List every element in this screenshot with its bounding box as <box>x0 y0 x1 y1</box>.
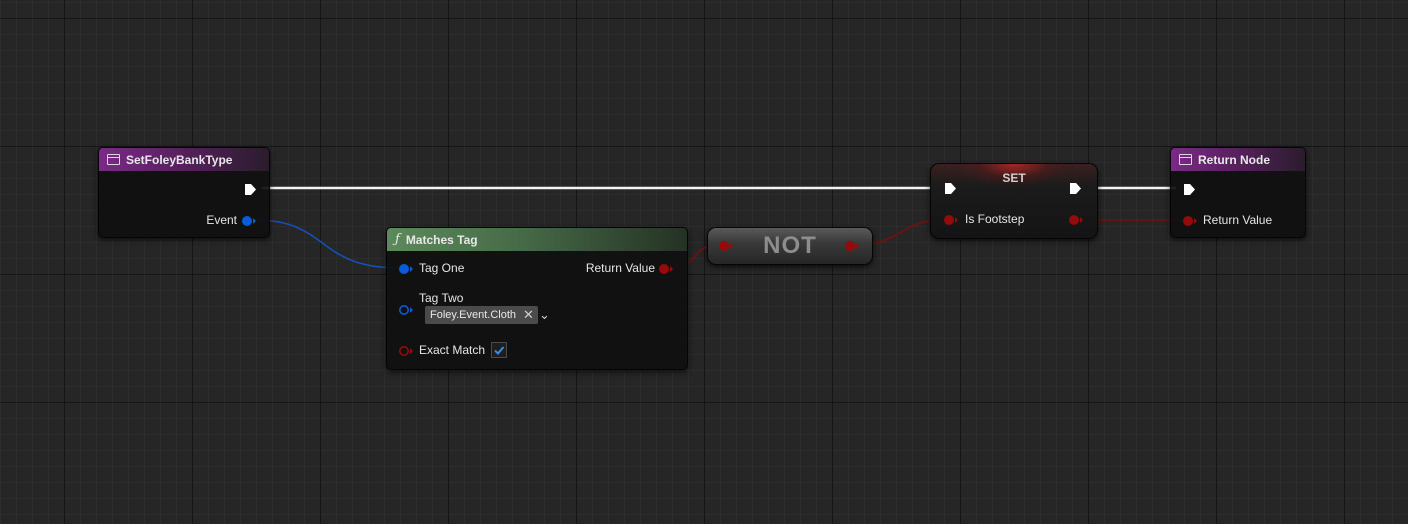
tag-two-value-chip[interactable]: Foley.Event.Cloth ✕ <box>425 306 538 324</box>
tag-wire-event-to-tag-one <box>254 219 401 269</box>
return-value-label: Return Value <box>585 261 655 275</box>
exec-input-pin-icon[interactable] <box>1183 183 1196 196</box>
function-icon: ƒ <box>395 232 400 247</box>
not-output-pin-icon[interactable] <box>844 240 860 252</box>
node-title: Return Node <box>1198 152 1270 167</box>
exec-output-pin-icon[interactable] <box>1069 182 1082 195</box>
exec-output-pin-icon[interactable] <box>244 183 257 196</box>
node-header: SetFoleyBankType <box>99 148 269 171</box>
tag-two-value: Foley.Event.Cloth <box>430 309 517 321</box>
checkmark-icon <box>494 346 505 355</box>
tag-two-pin-icon[interactable] <box>398 304 414 316</box>
matches-tag-node[interactable]: ƒ Matches Tag Tag One Return Value Tag T… <box>386 227 688 370</box>
event-graph-icon <box>1179 154 1192 165</box>
set-is-footstep-node[interactable]: SET Is Footstep <box>930 163 1098 239</box>
event-struct-pin-icon[interactable] <box>241 215 257 227</box>
return-value-pin-icon[interactable] <box>658 263 674 275</box>
exact-match-checkbox[interactable] <box>491 342 507 358</box>
is-footstep-label: Is Footstep <box>965 212 1025 226</box>
event-pin-label: Event <box>206 213 237 227</box>
return-value-pin-icon[interactable] <box>1182 215 1198 227</box>
tag-one-label: Tag One <box>419 261 465 275</box>
exec-input-pin-icon[interactable] <box>944 182 957 195</box>
not-node[interactable]: NOT <box>707 227 873 265</box>
return-value-label: Return Value <box>1203 213 1273 227</box>
return-node[interactable]: Return Node Return Value <box>1170 147 1306 238</box>
node-title: SetFoleyBankType <box>126 152 233 167</box>
set-foley-bank-type-node[interactable]: SetFoleyBankType Event <box>98 147 270 238</box>
node-header: Return Node <box>1171 148 1305 171</box>
close-icon[interactable]: ✕ <box>523 307 534 323</box>
exact-match-pin-icon[interactable] <box>398 345 414 357</box>
node-header: ƒ Matches Tag <box>387 228 687 251</box>
tag-two-label: Tag Two <box>419 291 464 305</box>
exact-match-label: Exact Match <box>419 343 486 357</box>
tag-one-pin-icon[interactable] <box>398 263 414 275</box>
event-graph-icon <box>107 154 120 165</box>
is-footstep-output-pin-icon[interactable] <box>1068 214 1084 226</box>
is-footstep-input-pin-icon[interactable] <box>943 214 959 226</box>
node-title: Matches Tag <box>405 232 478 247</box>
chevron-down-icon[interactable]: ⌄ <box>539 307 550 323</box>
